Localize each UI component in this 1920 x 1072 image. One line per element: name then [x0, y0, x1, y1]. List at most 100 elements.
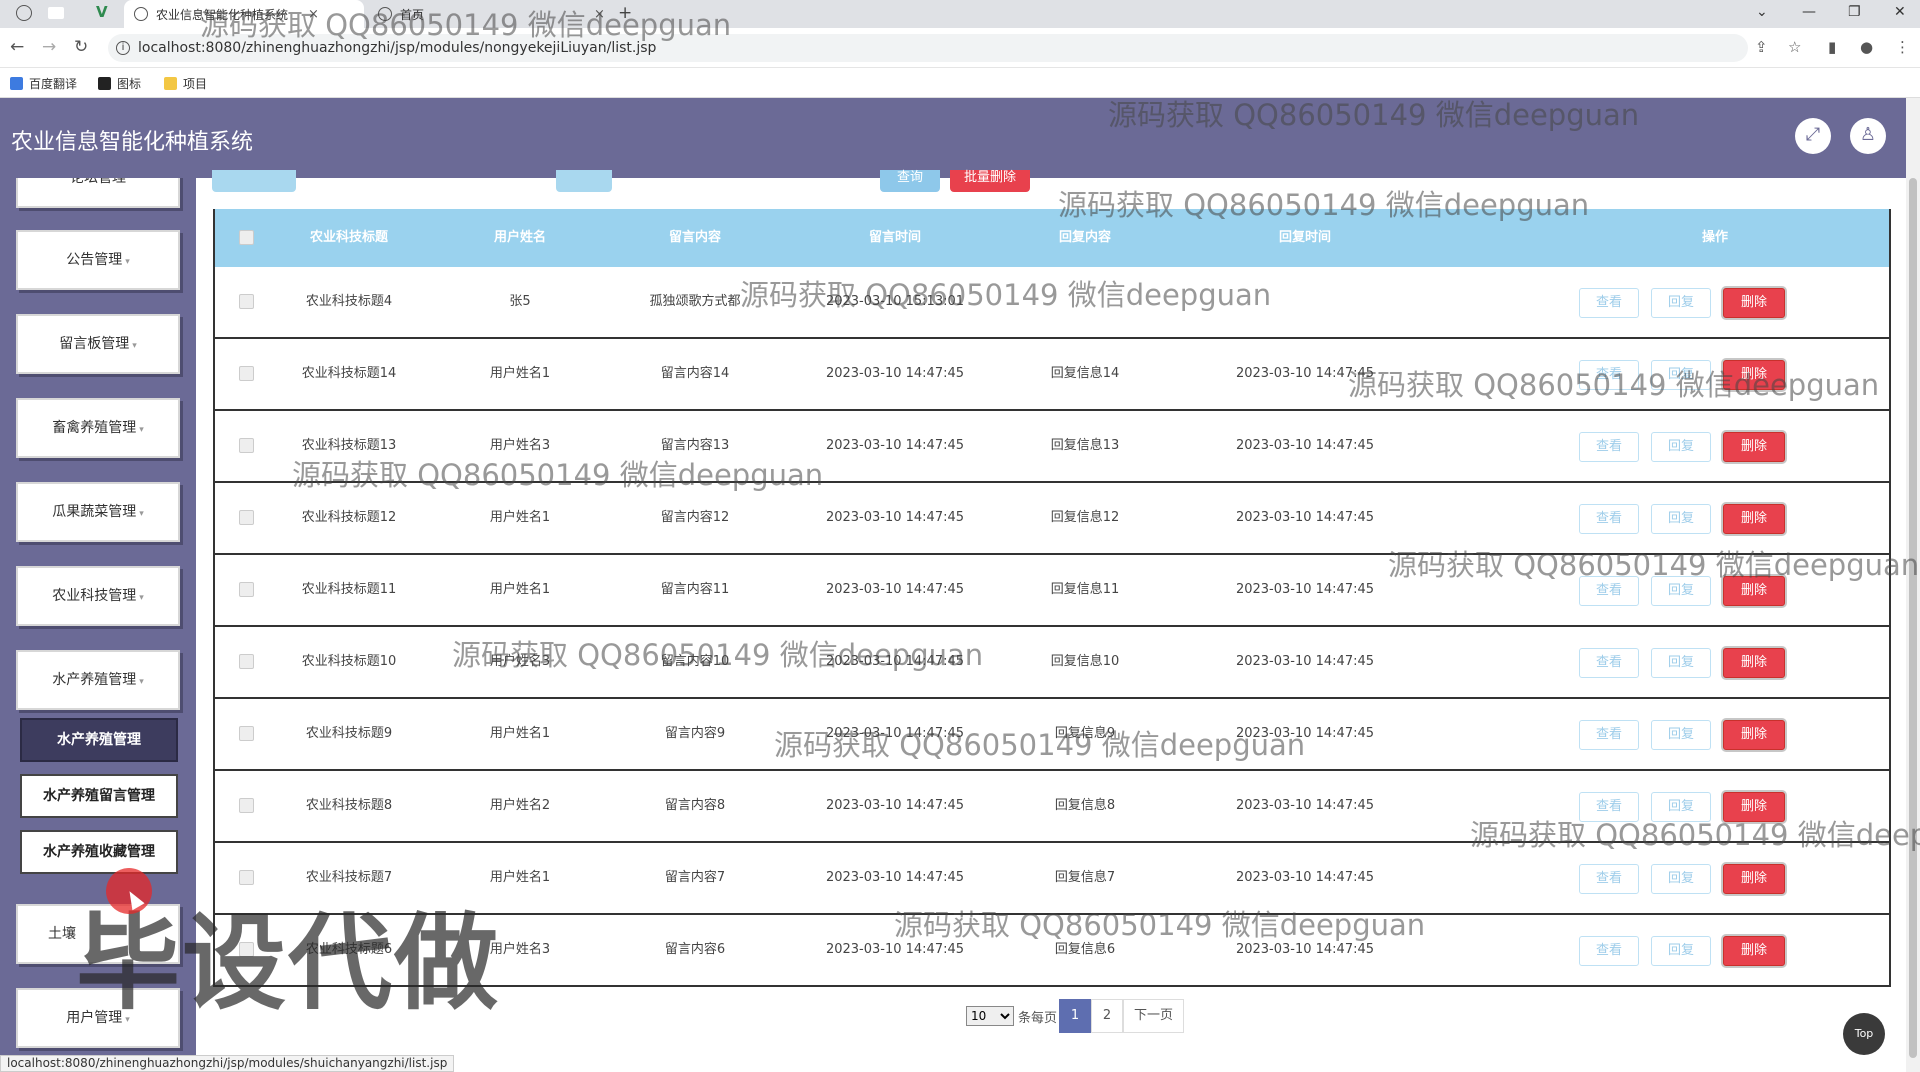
forward-icon[interactable]: →	[42, 37, 56, 57]
bookmark-baidu-translate[interactable]: 百度翻译	[10, 75, 77, 92]
browser-menu-icon[interactable]	[16, 5, 32, 21]
sidebar-item-users[interactable]: 用户管理 ▾	[16, 988, 180, 1048]
sidebar-item-message-board[interactable]: 留言板管理 ▾	[16, 314, 180, 374]
submenu-aquaculture-favorites[interactable]: 水产养殖收藏管理	[20, 830, 178, 874]
select-all-checkbox[interactable]	[239, 230, 254, 245]
delete-button[interactable]: 删除	[1723, 864, 1785, 894]
col-content[interactable]: 留言内容	[635, 209, 755, 267]
tab-home[interactable]: 首页 ×	[368, 0, 608, 28]
cell-title: 农业科技标题10	[301, 654, 397, 669]
vue-icon[interactable]: V	[96, 3, 108, 21]
sidebar-item-fruits-vegetables[interactable]: 瓜果蔬菜管理 ▾	[16, 482, 180, 542]
col-time[interactable]: 留言时间	[805, 209, 985, 267]
menu-icon[interactable]: ⋮	[1895, 38, 1910, 56]
reply-button[interactable]: 回复	[1651, 936, 1711, 966]
back-icon[interactable]: ←	[10, 37, 24, 57]
reply-button[interactable]: 回复	[1651, 792, 1711, 822]
delete-button[interactable]: 删除	[1723, 648, 1785, 678]
page-2-button[interactable]: 2	[1091, 999, 1124, 1033]
delete-button[interactable]: 删除	[1723, 576, 1785, 606]
row-checkbox[interactable]	[239, 942, 254, 957]
col-user[interactable]: 用户姓名	[475, 209, 565, 267]
sidebar-item-forum[interactable]: 论坛管理	[16, 178, 180, 208]
user-icon[interactable]: ♙	[1850, 118, 1886, 154]
new-tab-button[interactable]: +	[618, 3, 632, 23]
sidebar-item-aquaculture[interactable]: 水产养殖管理 ▾	[16, 650, 180, 710]
sidebar-icon[interactable]: ▮	[1828, 38, 1836, 56]
view-button[interactable]: 查看	[1579, 648, 1639, 678]
delete-button[interactable]: 删除	[1723, 720, 1785, 750]
reply-button[interactable]: 回复	[1651, 432, 1711, 462]
view-button[interactable]: 查看	[1579, 792, 1639, 822]
profile-icon[interactable]: ●	[1860, 38, 1873, 56]
tab-search-icon[interactable]	[48, 7, 64, 19]
reply-button[interactable]: 回复	[1651, 504, 1711, 534]
view-button[interactable]: 查看	[1579, 576, 1639, 606]
share-icon[interactable]: ⇪	[1755, 38, 1768, 56]
reply-button[interactable]: 回复	[1651, 648, 1711, 678]
scrollbar-thumb[interactable]	[1909, 178, 1917, 1058]
row-checkbox[interactable]	[239, 726, 254, 741]
url-input[interactable]: localhost:8080/zhinenghuazhongzhi/jsp/mo…	[108, 34, 1748, 62]
delete-button[interactable]: 删除	[1723, 504, 1785, 534]
reply-button[interactable]: 回复	[1651, 864, 1711, 894]
submenu-aquaculture-messages[interactable]: 水产养殖留言管理	[20, 774, 178, 818]
tab-active[interactable]: 农业信息智能化种植系统 ×	[124, 0, 364, 28]
bookmark-project[interactable]: 项目	[164, 75, 207, 92]
sidebar-item-agri-tech[interactable]: 农业科技管理 ▾	[16, 566, 180, 626]
row-checkbox[interactable]	[239, 870, 254, 885]
row-checkbox[interactable]	[239, 510, 254, 525]
reply-button[interactable]: 回复	[1651, 720, 1711, 750]
reply-button[interactable]: 回复	[1651, 576, 1711, 606]
star-icon[interactable]: ☆	[1788, 38, 1801, 56]
tab-list-icon[interactable]: ⌄	[1756, 4, 1768, 20]
search-button[interactable]: 查询	[880, 170, 940, 192]
view-button[interactable]: 查看	[1579, 288, 1639, 318]
row-checkbox[interactable]	[239, 654, 254, 669]
view-button[interactable]: 查看	[1579, 720, 1639, 750]
page-size-select[interactable]: 10	[966, 1006, 1014, 1026]
reload-icon[interactable]: ↻	[74, 37, 88, 57]
delete-button[interactable]: 删除	[1723, 432, 1785, 462]
batch-delete-button[interactable]: 批量删除	[950, 170, 1030, 192]
fullscreen-icon[interactable]: ⤢	[1795, 118, 1831, 154]
delete-button[interactable]: 删除	[1723, 288, 1785, 318]
close-window-icon[interactable]: ✕	[1894, 4, 1906, 20]
close-tab-icon[interactable]: ×	[594, 7, 605, 22]
row-checkbox[interactable]	[239, 438, 254, 453]
view-button[interactable]: 查看	[1579, 360, 1639, 390]
toolbar-field[interactable]	[212, 170, 296, 192]
row-checkbox[interactable]	[239, 366, 254, 381]
view-button[interactable]: 查看	[1579, 504, 1639, 534]
col-reply[interactable]: 回复内容	[1025, 209, 1145, 267]
row-checkbox[interactable]	[239, 294, 254, 309]
toolbar-field[interactable]	[556, 170, 612, 192]
info-icon[interactable]: i	[116, 41, 130, 55]
sidebar-item-notice[interactable]: 公告管理 ▾	[16, 230, 180, 290]
reply-button[interactable]: 回复	[1651, 288, 1711, 318]
sidebar-item-soil[interactable]: 土壤	[16, 904, 180, 964]
view-button[interactable]: 查看	[1579, 864, 1639, 894]
row-checkbox[interactable]	[239, 798, 254, 813]
col-title[interactable]: 农业科技标题	[295, 209, 403, 267]
delete-button[interactable]: 删除	[1723, 936, 1785, 966]
minimize-icon[interactable]: —	[1802, 4, 1816, 20]
view-button[interactable]: 查看	[1579, 936, 1639, 966]
sidebar-item-label: 土壤	[48, 926, 76, 942]
delete-button[interactable]: 删除	[1723, 360, 1785, 390]
submenu-aquaculture-manage[interactable]: 水产养殖管理	[20, 718, 178, 762]
next-page-button[interactable]: 下一页	[1123, 999, 1185, 1033]
col-reply-time[interactable]: 回复时间	[1215, 209, 1395, 267]
bookmark-icons[interactable]: 图标	[98, 75, 141, 92]
restore-icon[interactable]: ❐	[1848, 4, 1861, 20]
delete-button[interactable]: 删除	[1723, 792, 1785, 822]
page-1-button[interactable]: 1	[1059, 999, 1092, 1033]
row-checkbox[interactable]	[239, 582, 254, 597]
page-scrollbar[interactable]	[1906, 98, 1920, 1072]
close-tab-icon[interactable]: ×	[308, 7, 319, 22]
sidebar-item-livestock[interactable]: 畜禽养殖管理 ▾	[16, 398, 180, 458]
back-to-top-button[interactable]: Top	[1843, 1013, 1885, 1055]
cell-content: 留言内容14	[660, 366, 730, 381]
reply-button[interactable]: 回复	[1651, 360, 1711, 390]
view-button[interactable]: 查看	[1579, 432, 1639, 462]
